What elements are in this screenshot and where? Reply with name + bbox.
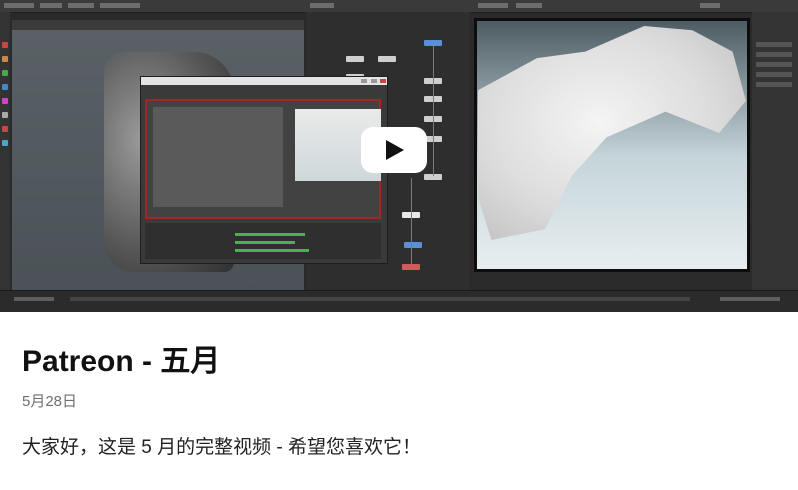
viewport-tabs [12,20,304,30]
play-button[interactable] [361,127,427,173]
parameter-panel [752,12,798,292]
embedded-preview-frame [145,99,381,219]
post-content: Patreon - 五月 5月28日 大家好，这是 5 月的完整视频 - 希望您… [0,342,798,462]
post-title: Patreon - 五月 [22,345,221,378]
play-icon [386,140,404,160]
post-body-text: 大家好，这是 5 月的完整视频 - 希望您喜欢它！ [22,437,422,458]
post-date: 5月28日 [22,393,78,410]
video-thumbnail[interactable] [0,0,798,312]
tool-strip [0,12,10,292]
audio-mixer [145,223,381,259]
timeline-bar [0,290,798,312]
embedded-screen-recording [140,76,388,264]
